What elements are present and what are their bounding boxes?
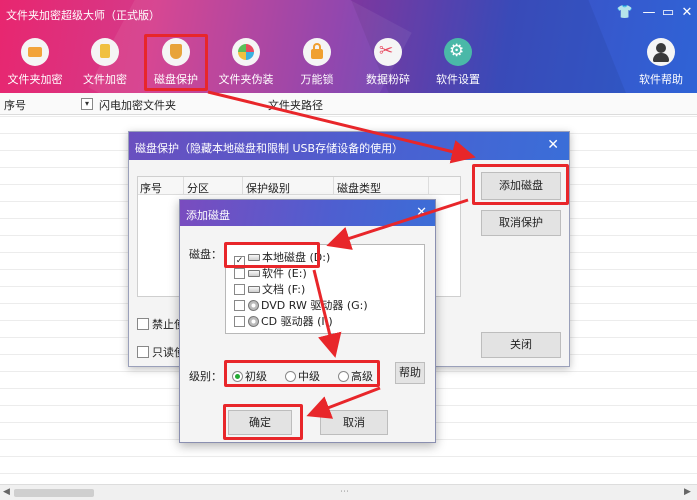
disk-checkbox[interactable] [234, 316, 245, 327]
minimize-button[interactable]: — [639, 5, 659, 21]
add-disk-button[interactable]: 添加磁盘 [481, 172, 561, 200]
scroll-thumb[interactable] [14, 489, 94, 497]
col-flash-folder: 闪电加密文件夹 [99, 99, 176, 112]
hard-drive-icon [248, 270, 260, 277]
radio-unselected[interactable] [338, 371, 349, 382]
folder-icon [21, 38, 49, 66]
hard-drive-icon [248, 286, 260, 293]
toolbar-folder-encrypt[interactable]: 文件夹加密 [2, 38, 68, 88]
scroll-left-icon[interactable]: ◀ [3, 487, 10, 497]
radio-selected[interactable] [232, 371, 243, 382]
cancel-protect-button[interactable]: 取消保护 [481, 210, 561, 236]
disk-item[interactable]: 文档 (F:) [234, 281, 305, 297]
horizontal-scrollbar[interactable]: ◀ ⋯ ▶ [0, 484, 697, 500]
level-radio-advanced[interactable]: 高级 [338, 368, 373, 384]
file-lock-icon [91, 38, 119, 66]
toolbar-file-encrypt[interactable]: 文件加密 [72, 38, 138, 88]
palette-icon [232, 38, 260, 66]
scissors-icon: ✂ [374, 38, 402, 66]
window-title: 文件夹加密超级大师（正式版） [6, 9, 160, 22]
close-button[interactable]: ✕ [677, 5, 697, 21]
help-button[interactable]: 帮助 [395, 362, 425, 384]
disk-checkbox[interactable] [234, 268, 245, 279]
disk-checkbox[interactable] [234, 300, 245, 311]
col-disk-type: 磁盘类型 [337, 182, 381, 195]
level-radio-basic[interactable]: 初级 [232, 368, 267, 384]
toolbar-help[interactable]: 软件帮助 [628, 38, 694, 88]
main-list-header: 序号 ▾ 闪电加密文件夹 文件夹路径 [0, 93, 697, 115]
header-bar: 文件夹加密超级大师（正式版） 👕 — ▭ ✕ 文件夹加密 文件加密 磁盘保护 文… [0, 0, 697, 93]
toolbar-universal-lock[interactable]: 万能锁 [284, 38, 350, 88]
level-label: 级别： [189, 370, 222, 383]
col-folder-path: 文件夹路径 [268, 99, 323, 112]
radio-unselected[interactable] [285, 371, 296, 382]
level-radio-medium[interactable]: 中级 [285, 368, 320, 384]
hard-drive-icon [248, 254, 260, 261]
col-protect-level: 保护级别 [246, 182, 290, 195]
disk-protect-title: 磁盘保护（隐藏本地磁盘和限制 USB存储设备的使用） [135, 142, 404, 155]
cd-drive-icon [248, 300, 259, 311]
ok-button[interactable]: 确定 [228, 410, 292, 435]
add-disk-dialog: 添加磁盘 ✕ 磁盘： ✓ 本地磁盘 (D:) 软件 (E:) 文档 (F:) DV… [179, 199, 436, 443]
add-disk-title: 添加磁盘 [186, 209, 230, 222]
maximize-button[interactable]: ▭ [658, 5, 678, 21]
disk-item[interactable]: DVD RW 驱动器 (G:) [234, 297, 368, 313]
toolbar-folder-disguise[interactable]: 文件夹伪装 [213, 38, 279, 88]
help-user-icon [647, 38, 675, 66]
disk-label: 磁盘： [189, 248, 222, 261]
disk-item[interactable]: CD 驱动器 (I:) [234, 313, 333, 329]
disk-protect-titlebar: 磁盘保护（隐藏本地磁盘和限制 USB存储设备的使用） ✕ [129, 132, 569, 160]
col-index: 序号 [140, 182, 162, 195]
disk-list: ✓ 本地磁盘 (D:) 软件 (E:) 文档 (F:) DVD RW 驱动器 (G… [225, 244, 425, 334]
add-disk-close-icon[interactable]: ✕ [416, 205, 427, 220]
shield-icon [162, 38, 190, 66]
col-index: 序号 [4, 99, 26, 112]
col-partition: 分区 [187, 182, 209, 195]
cancel-button[interactable]: 取消 [320, 410, 388, 435]
toolbar-settings[interactable]: ⚙ 软件设置 [425, 38, 491, 88]
option-forbid[interactable]: 禁止使 [137, 316, 185, 332]
scroll-grip-icon: ⋯ [340, 487, 349, 497]
select-all-checkbox[interactable]: ▾ [81, 98, 93, 110]
close-dialog-button[interactable]: 关闭 [481, 332, 561, 358]
gear-icon: ⚙ [444, 38, 472, 66]
app-window: 文件夹加密超级大师（正式版） 👕 — ▭ ✕ 文件夹加密 文件加密 磁盘保护 文… [0, 0, 697, 500]
add-disk-titlebar: 添加磁盘 ✕ [180, 200, 435, 226]
protected-disk-table-header: 序号 分区 保护级别 磁盘类型 [138, 177, 460, 195]
skin-icon[interactable]: 👕 [615, 5, 635, 21]
disk-checkbox[interactable] [234, 284, 245, 295]
option-forbid-checkbox[interactable] [137, 318, 149, 330]
disk-protect-close-icon[interactable]: ✕ [547, 137, 559, 153]
toolbar-disk-protect[interactable]: 磁盘保护 [144, 34, 208, 91]
option-readonly-checkbox[interactable] [137, 346, 149, 358]
lock-icon [303, 38, 331, 66]
scroll-right-icon[interactable]: ▶ [684, 487, 691, 497]
cd-drive-icon [248, 316, 259, 327]
toolbar-data-shred[interactable]: ✂ 数据粉碎 [355, 38, 421, 88]
disk-item[interactable]: 软件 (E:) [234, 265, 307, 281]
option-readonly[interactable]: 只读使 [137, 344, 185, 360]
